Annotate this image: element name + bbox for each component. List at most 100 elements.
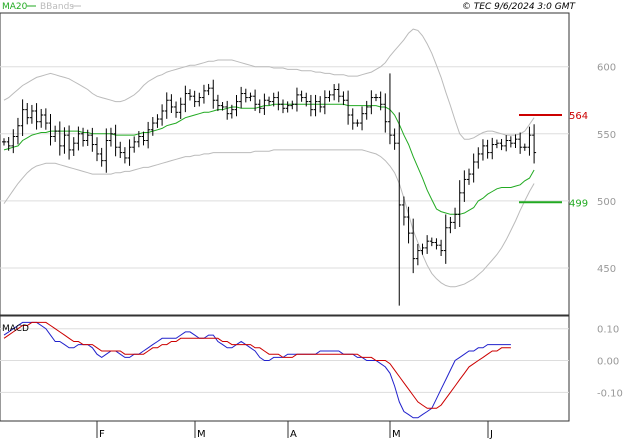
ohlc-bar xyxy=(99,147,104,167)
price-levels: 564 499 xyxy=(519,111,588,209)
ohlc-bar xyxy=(132,136,137,153)
ohlc-bar xyxy=(527,126,532,156)
copyright-text: © TEC 9/6/2024 3:0 GMT xyxy=(462,2,577,12)
ohlc-bar xyxy=(532,124,537,164)
ohlc-bar xyxy=(467,168,471,185)
ohlc-bar xyxy=(215,94,220,112)
macd-line xyxy=(3,321,511,419)
ohlc-bar xyxy=(211,79,216,109)
ohlc-bar xyxy=(476,147,481,169)
ohlc-bar xyxy=(490,137,495,160)
ohlc-bar xyxy=(276,91,281,111)
ohlc-bar xyxy=(71,137,76,156)
resistance-level-label: 564 xyxy=(569,111,588,122)
ohlc-bar xyxy=(197,92,202,107)
ohlc-bar xyxy=(239,86,244,109)
ohlc-bar xyxy=(494,139,499,149)
price-tick-label: 600 xyxy=(597,63,616,74)
ohlc-bar xyxy=(15,117,20,145)
ohlc-bar xyxy=(146,121,151,149)
signal-line xyxy=(3,321,511,409)
ohlc-bar xyxy=(448,216,453,234)
ohlc-bar xyxy=(164,92,169,119)
ohlc-bar xyxy=(29,104,34,124)
ohlc-bar xyxy=(406,206,411,244)
month-ticks: FMAMJ xyxy=(96,421,493,440)
ohlc-bar xyxy=(360,106,365,131)
ohlc-bar xyxy=(267,96,272,106)
ohlc-bar xyxy=(425,235,430,254)
ohlc-bar xyxy=(43,108,48,130)
ohlc-bar xyxy=(25,102,30,125)
ohlc-bar xyxy=(508,136,513,148)
price-gridlines xyxy=(0,66,569,269)
ohlc-bar xyxy=(108,127,113,147)
ohlc-bar xyxy=(76,126,81,151)
ohlc-bar xyxy=(2,138,6,146)
ohlc-bar xyxy=(243,88,248,103)
ohlc-bar xyxy=(118,141,123,159)
ohlc-bar xyxy=(34,103,39,130)
month-tick-label: M xyxy=(197,429,206,440)
ma20-line-group xyxy=(3,103,535,215)
month-tick-label: J xyxy=(489,429,493,440)
ohlc-bar xyxy=(201,84,206,104)
price-tick-label: 550 xyxy=(597,130,616,141)
macd-tick-label: 0.00 xyxy=(597,357,619,368)
ohlc-bar xyxy=(57,121,62,156)
ohlc-bar xyxy=(169,94,174,113)
ohlc-bar xyxy=(322,90,327,115)
bollinger-bands xyxy=(3,28,535,288)
ohlc-bar xyxy=(127,139,132,166)
ohlc-bar xyxy=(95,137,99,162)
ohlc-bar xyxy=(299,90,304,102)
macd-tick-label: 0.10 xyxy=(597,325,619,336)
ohlc-bar xyxy=(439,239,444,257)
macd-gridlines: 0.10 0.00 -0.10 xyxy=(0,325,623,399)
ohlc-bar xyxy=(350,108,355,130)
ohlc-bar xyxy=(206,83,211,96)
ohlc-bar xyxy=(420,243,425,255)
ohlc-bar xyxy=(397,112,402,306)
ohlc-bar xyxy=(67,125,72,160)
month-tick-label: A xyxy=(290,429,297,440)
ohlc-bar xyxy=(81,127,86,147)
ohlc-bar xyxy=(341,91,346,106)
ohlc-bar xyxy=(429,237,434,247)
stock-chart: 0.100.00-0.10 564499 600550500450 FMAMJ … xyxy=(0,2,623,440)
ohlc-bar xyxy=(225,100,230,120)
ohlc-bar xyxy=(383,93,388,133)
ohlc-bar xyxy=(336,83,341,103)
macd-lines xyxy=(3,321,511,419)
price-tick-labels: 600 550 500 450 xyxy=(597,63,616,275)
ma20-line xyxy=(3,103,535,215)
ohlc-bar xyxy=(11,129,16,154)
ohlc-bar xyxy=(48,114,53,146)
ohlc-bar xyxy=(485,139,490,159)
ohlc-bar xyxy=(355,119,360,127)
ohlc-bar xyxy=(90,127,95,152)
ohlc-bar xyxy=(178,97,183,119)
ohlc-bars xyxy=(2,73,537,306)
ohlc-bar xyxy=(122,147,127,164)
ohlc-bar xyxy=(20,99,25,137)
ohlc-bar xyxy=(183,85,188,113)
ohlc-bar xyxy=(155,114,160,128)
ohlc-bar xyxy=(327,90,332,102)
ohlc-bar xyxy=(332,84,337,101)
month-tick-label: M xyxy=(392,429,401,440)
ohlc-bar xyxy=(504,135,509,152)
ohlc-bar xyxy=(313,94,318,117)
ohlc-bar xyxy=(369,90,374,115)
ohlc-bar xyxy=(234,94,239,117)
ohlc-bar xyxy=(434,238,439,250)
ohlc-bar xyxy=(480,139,485,161)
ohlc-bar xyxy=(104,128,109,173)
ohlc-bar xyxy=(443,214,448,264)
ohlc-bar xyxy=(453,207,458,230)
legend-bbands: BBands xyxy=(40,2,74,12)
ohlc-bar xyxy=(364,100,369,120)
ohlc-bar xyxy=(308,94,313,117)
ohlc-bar xyxy=(522,143,527,151)
ohlc-bar xyxy=(174,101,179,118)
